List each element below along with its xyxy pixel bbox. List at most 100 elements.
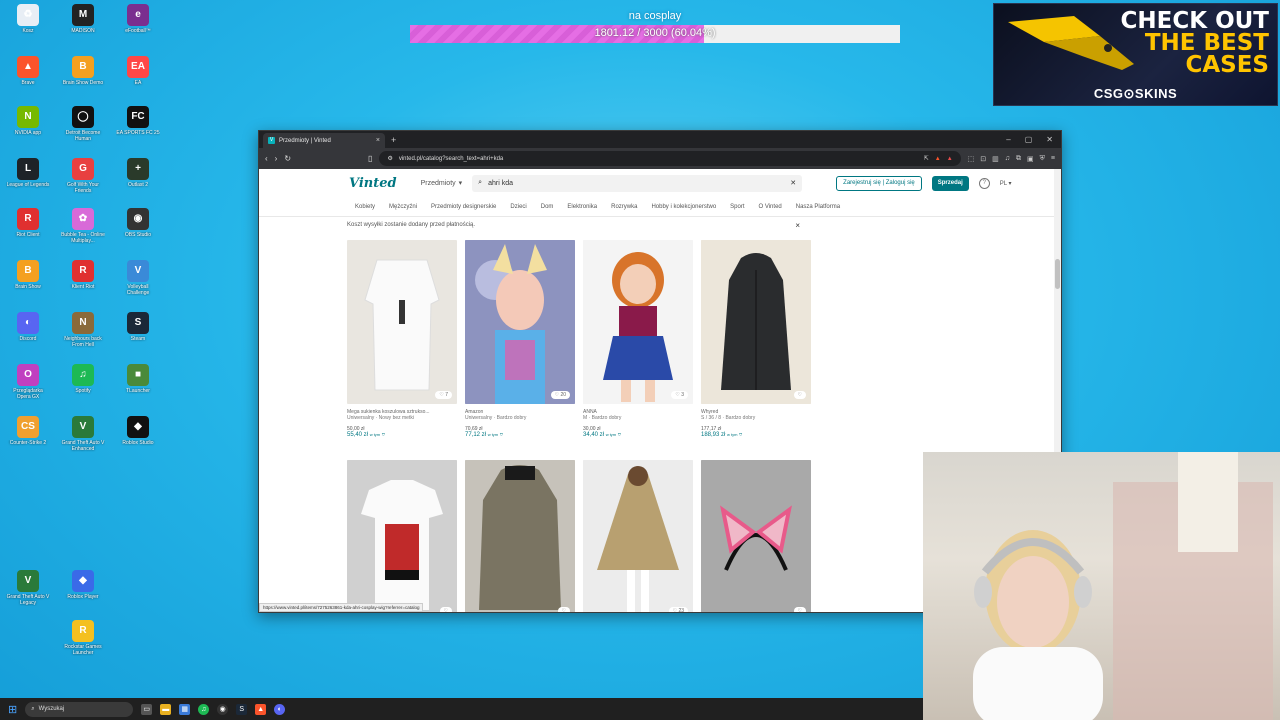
category-nav-item[interactable]: Dzieci <box>510 204 526 210</box>
desktop-icon[interactable]: N NVIDIA app <box>6 106 50 142</box>
item-card[interactable]: ♡ Whyred S / 36 / 8 · Bardzo dobry 177,1… <box>701 240 811 454</box>
item-image[interactable]: ♡ <box>701 240 811 404</box>
item-card[interactable]: ♡ 23 <box>583 460 693 612</box>
category-nav-item[interactable]: Dom <box>541 204 554 210</box>
vpn-icon[interactable]: ⛨ <box>1040 155 1045 163</box>
desktop-icon[interactable]: S Steam <box>116 312 160 348</box>
tab-vinted[interactable]: V Przedmioty | Vinted × <box>263 133 385 148</box>
favourite-button[interactable]: ♡ 20 <box>550 391 570 399</box>
close-notice-icon[interactable]: × <box>795 221 800 230</box>
store-icon[interactable]: ▦ <box>179 703 191 715</box>
category-nav-item[interactable]: Hobby i kolekcjonerstwo <box>651 204 716 210</box>
item-image[interactable]: ♡ <box>347 460 457 612</box>
item-card[interactable]: ♡ <box>465 460 575 612</box>
desktop-icon[interactable]: R Riot Client <box>6 208 50 244</box>
menu-icon[interactable]: ≡ <box>1051 155 1055 163</box>
task-view-icon[interactable]: ▭ <box>141 703 153 715</box>
csgoskins-ad[interactable]: CHECK OUT THE BEST CASES CSG⊙SKINS <box>993 3 1278 106</box>
favourite-button[interactable]: ♡ <box>793 607 806 612</box>
desktop-icon[interactable]: ■ TLauncher <box>116 364 160 400</box>
brave-icon[interactable]: ▲ <box>255 703 267 715</box>
desktop-icon[interactable]: V Grand Theft Auto V Legacy <box>6 570 50 606</box>
sell-button[interactable]: Sprzedaj <box>931 175 969 191</box>
register-login-button[interactable]: Zarejestruj się | Zaloguj się <box>836 175 922 191</box>
back-icon[interactable]: ‹ <box>265 154 268 163</box>
tabs-icon[interactable]: ⧉ <box>1016 155 1021 163</box>
rewards-icon[interactable]: ▲ <box>947 156 953 162</box>
desktop-icon[interactable]: ◆ Roblox Studio <box>116 416 160 452</box>
favourite-button[interactable]: ♡ 23 <box>668 607 688 612</box>
desktop-icon[interactable]: + Outlast 2 <box>116 158 160 194</box>
item-image[interactable]: ♡ 20 <box>465 240 575 404</box>
desktop-icon[interactable]: R Rockstar Games Launcher <box>61 620 105 656</box>
wallet-icon[interactable]: ▣ <box>1027 155 1034 163</box>
forward-icon[interactable]: › <box>275 154 278 163</box>
item-card[interactable]: ♡ 20 Amazon Uniwersalny · Bardzo dobry 7… <box>465 240 575 454</box>
desktop-icon[interactable]: O Przeglądarka Opera GX <box>6 364 50 400</box>
search-input[interactable]: ⌕ ahri kda ✕ <box>472 174 803 192</box>
desktop-icon[interactable]: ◐ Discord <box>6 312 50 348</box>
item-card[interactable]: ♡ <box>347 460 457 612</box>
category-nav-item[interactable]: Elektronika <box>567 204 597 210</box>
clear-search-icon[interactable]: ✕ <box>790 179 796 187</box>
share-icon[interactable]: ⇱ <box>924 155 929 162</box>
desktop-icon[interactable]: G Golf With Your Friends <box>61 158 105 194</box>
category-nav-item[interactable]: Nasza Platforma <box>796 204 840 210</box>
category-nav-item[interactable]: Kobiety <box>355 204 375 210</box>
reload-icon[interactable]: ↻ <box>284 154 291 163</box>
desktop-icon[interactable]: R Klient Riot <box>61 260 105 296</box>
new-tab-button[interactable]: + <box>391 135 396 145</box>
desktop-icon[interactable]: EA EA <box>116 56 160 92</box>
item-image[interactable]: ♡ 7 <box>347 240 457 404</box>
desktop-icon[interactable]: CS Counter-Strike 2 <box>6 416 50 452</box>
extension-icon[interactable]: ⬚ <box>968 155 975 163</box>
music-icon[interactable]: ♫ <box>1005 155 1010 163</box>
tab-close-icon[interactable]: × <box>376 137 380 144</box>
close-window-icon[interactable]: ✕ <box>1046 135 1053 144</box>
item-card[interactable]: ♡ 7 Mega sukienka koszulowa sztrukso... … <box>347 240 457 454</box>
favourite-button[interactable]: ♡ 7 <box>435 391 452 399</box>
item-image[interactable]: ♡ 23 <box>583 460 693 612</box>
desktop-icon[interactable]: FC EA SPORTS FC 25 <box>116 106 160 142</box>
spotify-icon[interactable]: ♫ <box>198 703 210 715</box>
site-settings-icon[interactable]: ⚙ <box>387 155 392 162</box>
category-nav-item[interactable]: Rozrywka <box>611 204 637 210</box>
desktop-icon[interactable]: ♻ Kosz <box>6 4 50 40</box>
bookmark-icon[interactable]: ▯ <box>368 154 372 163</box>
desktop-icon[interactable]: ◆ Roblox Player <box>61 570 105 606</box>
item-image[interactable]: ♡ <box>701 460 811 612</box>
item-card[interactable]: ♡ 3 ANNA M · Bardzo dobry 30,00 zł 34,40… <box>583 240 693 454</box>
desktop-icon[interactable]: ♫ Spotify <box>61 364 105 400</box>
item-card[interactable]: ♡ <box>701 460 811 612</box>
favourite-button[interactable]: ♡ <box>557 607 570 612</box>
desktop-icon[interactable]: e eFootball™ <box>116 4 160 40</box>
obs-icon[interactable]: ◉ <box>217 703 229 715</box>
maximize-icon[interactable]: ▢ <box>1025 135 1033 144</box>
language-select[interactable]: PL ▾ <box>1000 180 1012 187</box>
item-image[interactable]: ♡ 3 <box>583 240 693 404</box>
scrollbar-thumb[interactable] <box>1055 259 1060 289</box>
desktop-icon[interactable]: B Brain Show <box>6 260 50 296</box>
windows-start-icon[interactable]: ⊞ <box>8 703 17 716</box>
desktop-icon[interactable]: ✿ Bubble Tea - Online Multiplay... <box>61 208 105 244</box>
item-image[interactable]: ♡ <box>465 460 575 612</box>
favourite-button[interactable]: ♡ <box>793 391 806 399</box>
discord-icon[interactable]: ◐ <box>274 703 286 715</box>
favourite-button[interactable]: ♡ <box>439 607 452 612</box>
desktop-icon[interactable]: V Grand Theft Auto V Enhanced <box>61 416 105 452</box>
desktop-icon[interactable]: ◯ Detroit Become Human <box>61 106 105 142</box>
category-nav-item[interactable]: O Vinted <box>759 204 782 210</box>
category-nav-item[interactable]: Sport <box>730 204 744 210</box>
minimize-icon[interactable]: – <box>1006 135 1010 144</box>
desktop-icon[interactable]: N Neighbours back From Hell <box>61 312 105 348</box>
desktop-icon[interactable]: ▲ Brave <box>6 56 50 92</box>
category-nav-item[interactable]: Mężczyźni <box>389 204 417 210</box>
category-nav-item[interactable]: Przedmioty designerskie <box>431 204 496 210</box>
desktop-icon[interactable]: L League of Legends <box>6 158 50 194</box>
steam-icon[interactable]: S <box>236 703 248 715</box>
brave-shield-icon[interactable]: ▲ <box>935 156 941 162</box>
leo-icon[interactable]: ⊡ <box>980 155 986 163</box>
address-bar[interactable]: ⚙ vinted.pl/catalog?search_text=ahri+kda… <box>379 151 961 166</box>
search-category-select[interactable]: Przedmioty ▾ <box>421 179 463 188</box>
help-icon[interactable]: ? <box>978 177 990 189</box>
